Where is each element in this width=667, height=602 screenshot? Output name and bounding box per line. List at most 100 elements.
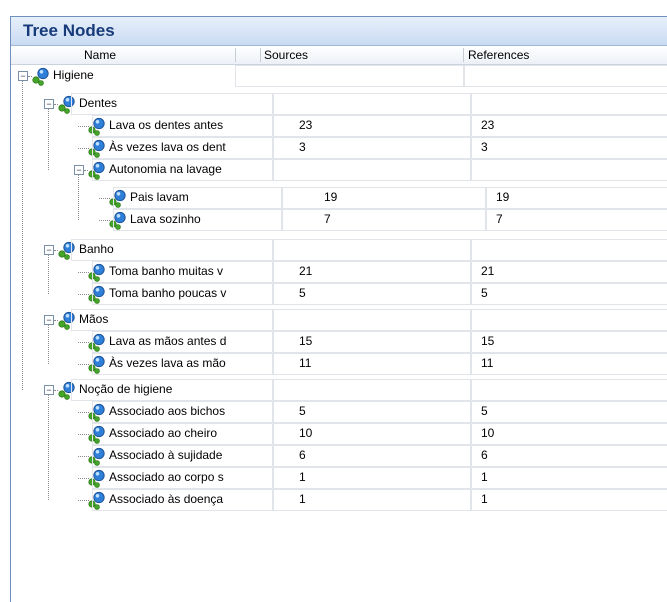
tree-node-label[interactable]: Lava sozinho <box>130 212 280 226</box>
references-value: 5 <box>481 404 488 418</box>
tree-group-row[interactable]: − Autonomia na lavage <box>11 159 667 181</box>
references-value: 15 <box>481 334 495 348</box>
column-header: Name Sources References <box>11 46 667 65</box>
collapse-toggle[interactable]: − <box>18 71 28 81</box>
tree-node-label[interactable]: Toma banho muitas v <box>109 264 271 278</box>
sources-value: 7 <box>324 212 331 226</box>
table-row[interactable]: Associado às doença 1 1 <box>11 489 667 511</box>
table-row[interactable]: Toma banho poucas v 5 5 <box>11 283 667 305</box>
grid-cell <box>463 65 667 87</box>
column-separator[interactable] <box>235 48 236 62</box>
tree-node-label[interactable]: Associado às doença <box>109 492 271 506</box>
tree-node-label[interactable]: Noção de higiene <box>79 382 271 396</box>
references-cell <box>471 261 667 283</box>
sources-value: 23 <box>299 118 313 132</box>
tree-nodes-panel: Tree Nodes Name Sources References − Higi… <box>10 16 667 602</box>
tree-node-label[interactable]: Associado ao corpo s <box>109 470 271 484</box>
tree-node-label[interactable]: Autonomia na lavage <box>109 162 271 176</box>
tree-view[interactable]: − Higiene − Dentes Lava os dentes antes 23 23 À… <box>11 65 667 602</box>
table-row[interactable]: Às vezes lava os dent 3 3 <box>11 137 667 159</box>
tree-node-label[interactable]: Lava os dentes antes <box>109 118 271 132</box>
column-header-references[interactable]: References <box>468 46 529 64</box>
tree-node-label[interactable]: Lava as mãos antes d <box>109 334 271 348</box>
sources-cell <box>273 309 471 331</box>
tree-guide <box>48 395 49 500</box>
tree-node-label[interactable]: Pais lavam <box>130 190 280 204</box>
tree-node-label[interactable]: Dentes <box>79 96 271 110</box>
tree-node-label[interactable]: Associado à sujidade <box>109 448 271 462</box>
tree-node-label[interactable]: Toma banho poucas v <box>109 286 271 300</box>
references-cell <box>471 353 667 375</box>
references-cell <box>486 187 667 209</box>
references-cell <box>471 137 667 159</box>
panel-title-bar: Tree Nodes <box>11 17 667 46</box>
references-cell <box>471 489 667 511</box>
references-value: 10 <box>481 426 495 440</box>
references-value: 21 <box>481 264 495 278</box>
table-row[interactable]: Associado ao corpo s 1 1 <box>11 467 667 489</box>
tree-guide <box>48 109 49 170</box>
table-row[interactable]: Lava sozinho 7 7 <box>11 209 667 231</box>
collapse-toggle[interactable]: − <box>44 385 54 395</box>
tree-guide <box>48 325 49 364</box>
references-cell <box>471 331 667 353</box>
collapse-toggle[interactable]: − <box>44 315 54 325</box>
tree-guide <box>48 255 49 294</box>
table-row[interactable]: Toma banho muitas v 21 21 <box>11 261 667 283</box>
references-cell <box>471 445 667 467</box>
column-header-sources[interactable]: Sources <box>264 46 308 64</box>
sources-value: 3 <box>299 140 306 154</box>
tree-group-row[interactable]: − Banho <box>11 239 667 261</box>
references-value: 19 <box>496 190 510 204</box>
references-value: 7 <box>496 212 503 226</box>
sources-cell <box>273 379 471 401</box>
references-value: 23 <box>481 118 495 132</box>
tree-group-row[interactable]: − Noção de higiene <box>11 379 667 401</box>
references-cell <box>471 309 667 331</box>
tree-root-row[interactable]: − Higiene <box>11 65 667 87</box>
sources-value: 5 <box>299 286 306 300</box>
tree-node-label[interactable]: Às vezes lava as mão <box>109 356 271 370</box>
sources-cell <box>273 159 471 181</box>
tree-node-label[interactable]: Banho <box>79 242 271 256</box>
sources-value: 6 <box>299 448 306 462</box>
table-row[interactable]: Associado ao cheiro 10 10 <box>11 423 667 445</box>
table-row[interactable]: Associado aos bichos 5 5 <box>11 401 667 423</box>
sources-value: 5 <box>299 404 306 418</box>
references-value: 1 <box>481 470 488 484</box>
tree-node-label[interactable]: Associado ao cheiro <box>109 426 271 440</box>
sources-value: 1 <box>299 492 306 506</box>
sources-cell <box>273 239 471 261</box>
collapse-toggle[interactable]: − <box>44 245 54 255</box>
tree-node-label[interactable]: Associado aos bichos <box>109 404 271 418</box>
tree-group-row[interactable]: − Dentes <box>11 93 667 115</box>
table-row[interactable]: Às vezes lava as mão 11 11 <box>11 353 667 375</box>
sources-value: 21 <box>299 264 313 278</box>
table-row[interactable]: Associado à sujidade 6 6 <box>11 445 667 467</box>
tree-group-row[interactable]: − Mãos <box>11 309 667 331</box>
references-value: 1 <box>481 492 488 506</box>
sources-value: 10 <box>299 426 313 440</box>
references-cell <box>471 379 667 401</box>
references-value: 5 <box>481 286 488 300</box>
column-separator[interactable] <box>260 48 261 62</box>
table-row[interactable]: Pais lavam 19 19 <box>11 187 667 209</box>
collapse-toggle[interactable]: − <box>74 165 84 175</box>
collapse-toggle[interactable]: − <box>44 99 54 109</box>
grid-cell <box>235 65 465 87</box>
sources-cell <box>273 93 471 115</box>
sources-cell <box>282 187 486 209</box>
table-row[interactable]: Lava as mãos antes d 15 15 <box>11 331 667 353</box>
references-value: 11 <box>481 356 494 370</box>
column-header-name[interactable]: Name <box>84 46 116 64</box>
tree-node-label[interactable]: Mãos <box>79 312 271 326</box>
sources-value: 19 <box>324 190 338 204</box>
sources-value: 11 <box>299 356 312 370</box>
references-cell <box>471 423 667 445</box>
tree-node-label[interactable]: Às vezes lava os dent <box>109 140 271 154</box>
references-cell <box>471 115 667 137</box>
column-separator[interactable] <box>463 48 464 62</box>
references-cell <box>471 401 667 423</box>
table-row[interactable]: Lava os dentes antes 23 23 <box>11 115 667 137</box>
sources-value: 1 <box>299 470 306 484</box>
